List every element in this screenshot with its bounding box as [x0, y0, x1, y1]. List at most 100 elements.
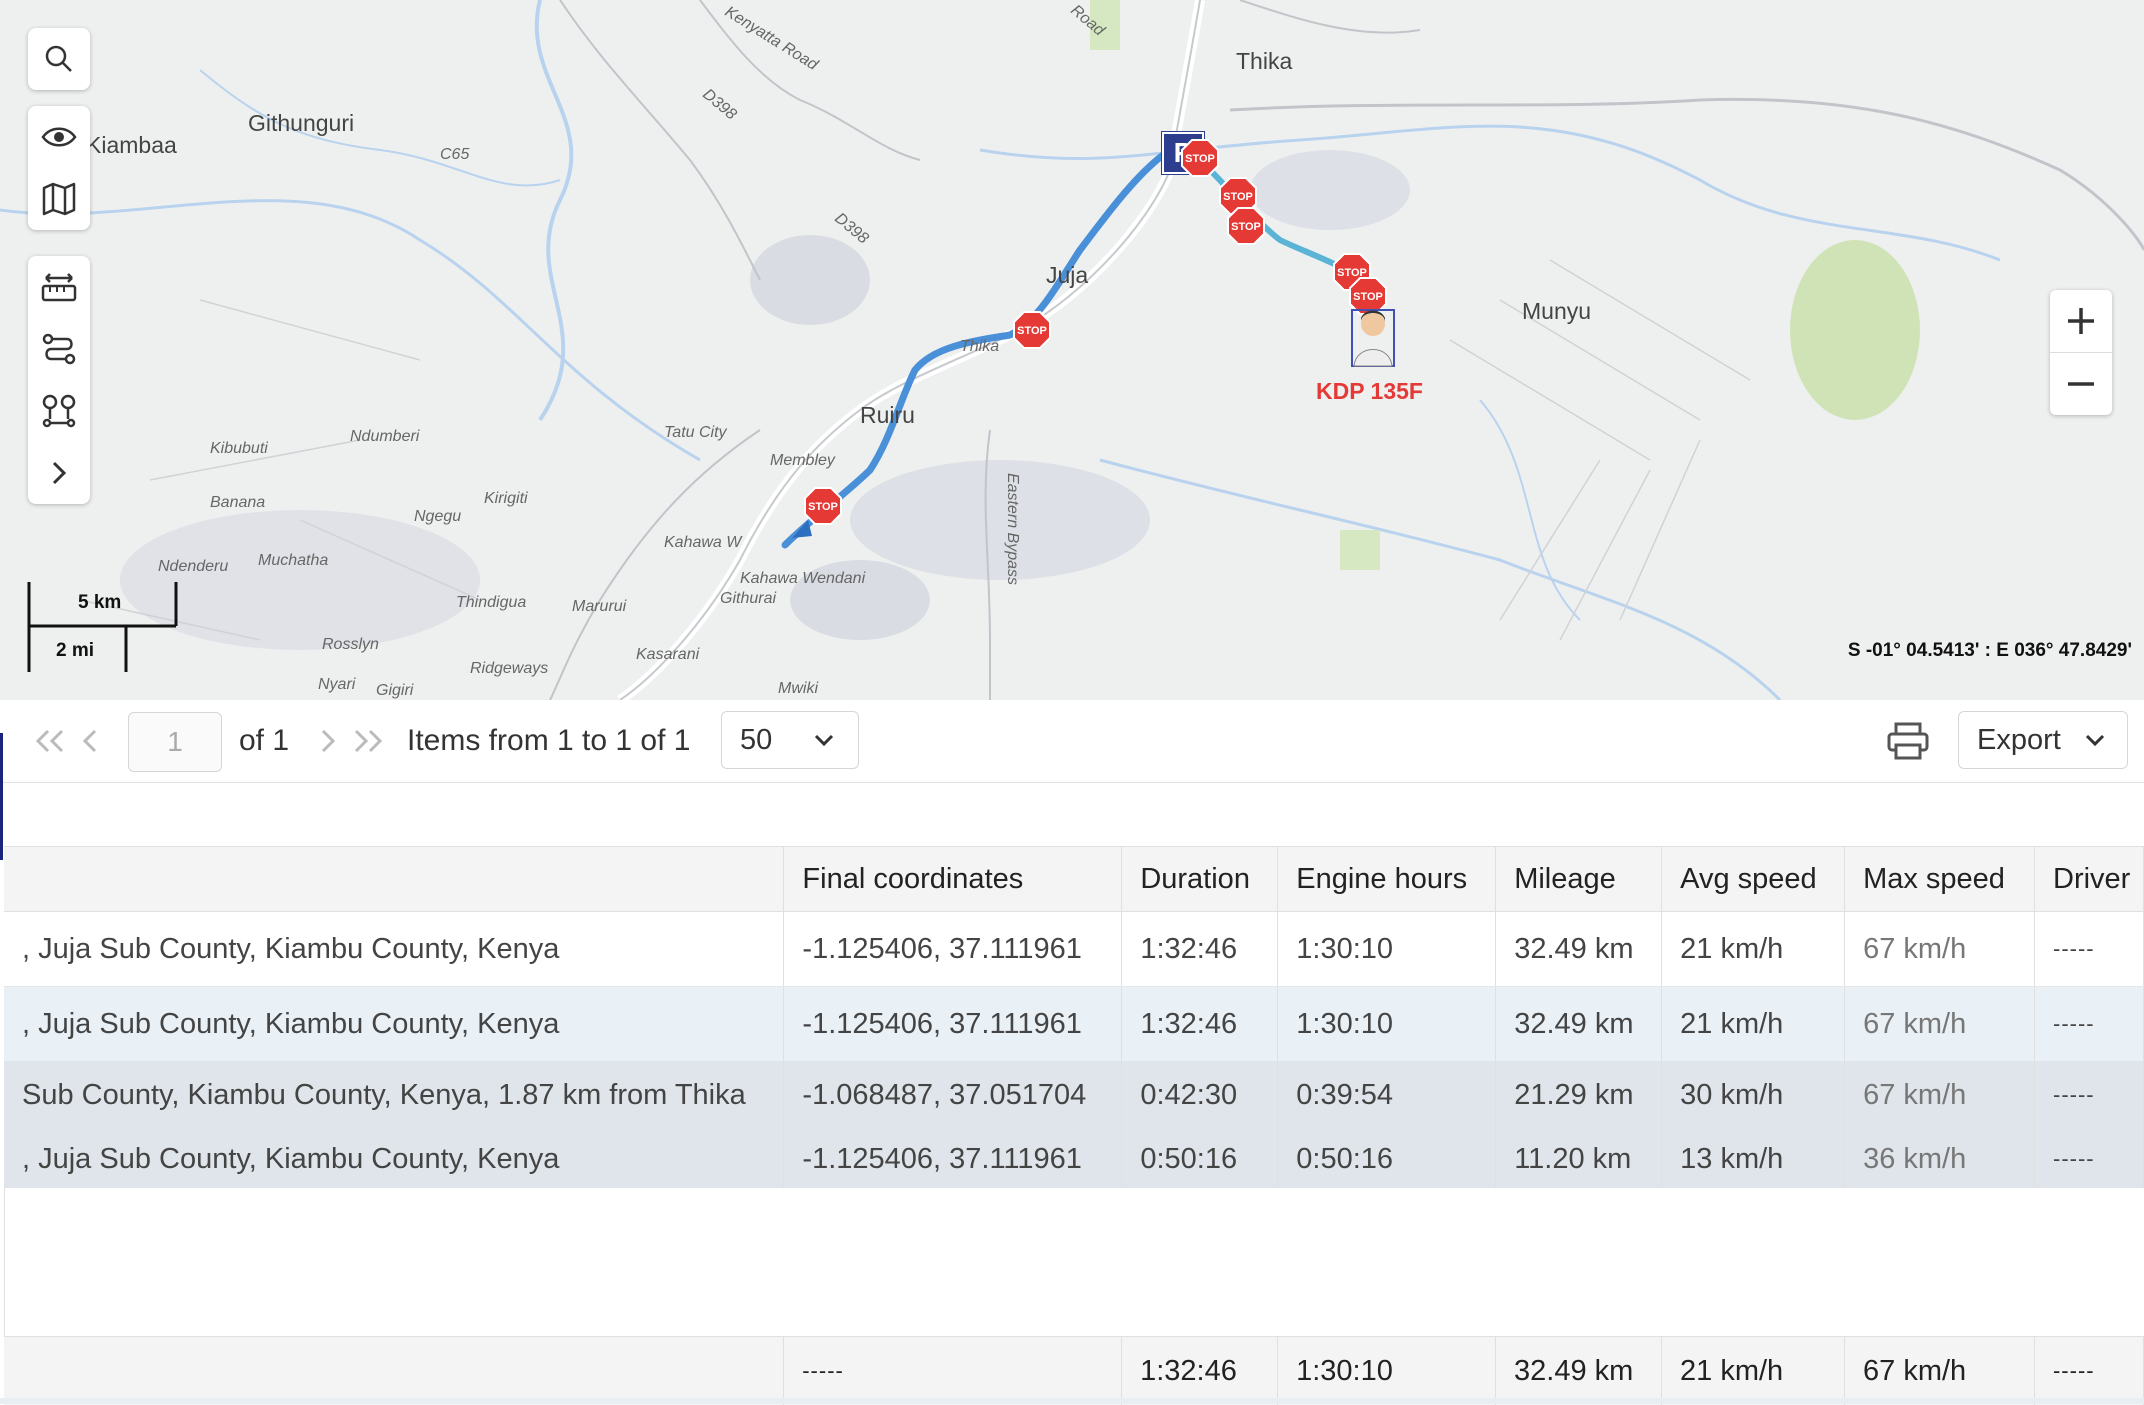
place-label: Kahawa Wendani	[740, 570, 865, 588]
park-area	[1340, 530, 1380, 570]
place-label: Ngegu	[414, 508, 461, 526]
map-view[interactable]: Thika Githunguri Kiambaa Juja Ruiru Muny…	[0, 0, 2144, 701]
cell-max-speed: 36 km/h	[1845, 1129, 2035, 1189]
cell-engine-hours: 0:39:54	[1278, 1061, 1496, 1129]
stop-marker-label: STOP	[1223, 191, 1253, 203]
tool-controls	[28, 256, 90, 504]
column-header-engine-hours[interactable]: Engine hours	[1278, 847, 1496, 912]
geofence-button[interactable]	[28, 380, 90, 442]
search-icon	[44, 44, 74, 74]
view-controls	[28, 106, 90, 230]
place-label: Githurai	[720, 590, 776, 608]
route-icon	[41, 332, 77, 366]
vehicle-avatar-icon[interactable]	[1348, 300, 1398, 375]
zoom-out-button[interactable]	[2050, 352, 2112, 415]
stop-marker-icon[interactable]: STOP	[803, 486, 843, 531]
cell-mileage: 32.49 km	[1496, 912, 1662, 987]
double-chevron-right-icon	[352, 728, 384, 754]
cell-final-coordinates: -1.068487, 37.051704	[784, 1061, 1122, 1129]
street-grid	[1450, 260, 1750, 640]
first-page-button[interactable]	[34, 700, 66, 782]
geofence-icon	[41, 393, 77, 429]
cell-avg-speed: 30 km/h	[1662, 1061, 1845, 1129]
cell-driver: -----	[2035, 987, 2144, 1062]
selection-marker	[0, 733, 3, 860]
place-label: Banana	[210, 494, 265, 512]
minus-icon	[2066, 369, 2096, 399]
vehicle-label: KDP 135F	[1316, 378, 1423, 405]
place-label: Mwiki	[778, 680, 818, 698]
route-button[interactable]	[28, 318, 90, 380]
place-label: Ridgeways	[470, 660, 548, 678]
cell-duration: 1:32:46	[1122, 987, 1278, 1062]
cell-final-coordinates: -1.125406, 37.111961	[784, 1129, 1122, 1189]
last-page-button[interactable]	[352, 700, 384, 782]
next-page-button[interactable]	[318, 700, 338, 782]
map-canvas[interactable]	[0, 0, 2144, 700]
cell-avg-speed: 21 km/h	[1662, 912, 1845, 987]
column-header-max-speed[interactable]: Max speed	[1845, 847, 2035, 912]
eye-icon	[41, 124, 77, 150]
table-row[interactable]: Sub County, Kiambu County, Kenya, 1.87 k…	[4, 1061, 2144, 1129]
search-button[interactable]	[28, 28, 90, 90]
previous-page-button[interactable]	[80, 700, 100, 782]
total-duration: 1:32:46	[1122, 1337, 1278, 1405]
page-size-select[interactable]: 50	[721, 711, 859, 769]
visibility-button[interactable]	[28, 106, 90, 168]
column-header-final-coordinates[interactable]: Final coordinates	[784, 847, 1122, 912]
ruler-icon	[40, 270, 78, 304]
place-label: Juja	[1046, 262, 1088, 289]
cell-mileage: 11.20 km	[1496, 1129, 1662, 1189]
stop-marker-label: STOP	[1017, 325, 1047, 337]
zoom-in-button[interactable]	[2050, 290, 2112, 352]
cell-address: Sub County, Kiambu County, Kenya, 1.87 k…	[4, 1061, 784, 1129]
place-label: Marurui	[572, 598, 626, 616]
column-header-avg-speed[interactable]: Avg speed	[1662, 847, 1845, 912]
total-driver: -----	[2034, 1337, 2143, 1405]
search-control[interactable]	[28, 28, 90, 90]
cell-address: , Juja Sub County, Kiambu County, Kenya	[4, 1129, 784, 1189]
measure-button[interactable]	[28, 256, 90, 318]
road	[560, 0, 760, 280]
zoom-controls	[2050, 290, 2112, 415]
stop-marker-icon[interactable]: STOP	[1226, 206, 1266, 251]
map-layers-button[interactable]	[28, 168, 90, 230]
page-count-label: of 1	[239, 700, 289, 782]
print-button[interactable]	[1886, 700, 1930, 782]
page-number-input[interactable]: 1	[128, 712, 222, 772]
cell-max-speed: 67 km/h	[1845, 1061, 2035, 1129]
cell-engine-hours: 1:30:10	[1278, 987, 1496, 1062]
stop-marker-icon[interactable]: STOP	[1180, 138, 1220, 183]
cell-final-coordinates: -1.125406, 37.111961	[784, 912, 1122, 987]
table-row[interactable]: , Juja Sub County, Kiambu County, Kenya …	[4, 987, 2144, 1062]
trips-table: Final coordinates Duration Engine hours …	[4, 846, 2144, 1189]
cell-mileage: 32.49 km	[1496, 987, 1662, 1062]
place-label: Githunguri	[248, 110, 354, 137]
place-label: Thindigua	[456, 594, 526, 612]
column-header-mileage[interactable]: Mileage	[1496, 847, 1662, 912]
place-label: Kiambaa	[86, 132, 177, 159]
bottom-strip	[0, 1398, 2144, 1404]
cell-max-speed: 67 km/h	[1845, 987, 2035, 1062]
total-avg-speed: 21 km/h	[1662, 1337, 1845, 1405]
total-engine-hours: 1:30:10	[1278, 1337, 1496, 1405]
cell-duration: 1:32:46	[1122, 912, 1278, 987]
expand-panel-button[interactable]	[28, 442, 90, 504]
column-header-driver[interactable]: Driver	[2035, 847, 2144, 912]
stop-marker-icon[interactable]: STOP	[1012, 310, 1052, 355]
column-header-address[interactable]	[4, 847, 784, 912]
scale-mi-label: 2 mi	[56, 640, 94, 662]
chevron-left-icon	[80, 728, 100, 754]
chevron-down-icon	[2085, 733, 2105, 747]
chevron-down-icon	[814, 733, 834, 747]
place-label: Rosslyn	[322, 636, 379, 654]
table-row[interactable]: , Juja Sub County, Kiambu County, Kenya …	[4, 1129, 2144, 1189]
export-button[interactable]: Export	[1958, 711, 2128, 769]
table-row[interactable]: , Juja Sub County, Kiambu County, Kenya …	[4, 912, 2144, 987]
column-header-duration[interactable]: Duration	[1122, 847, 1278, 912]
place-label: Ruiru	[860, 402, 915, 429]
place-label: Thika	[960, 338, 999, 356]
cell-driver: -----	[2035, 912, 2144, 987]
total-mileage: 32.49 km	[1496, 1337, 1662, 1405]
place-label: Ndenderu	[158, 558, 228, 576]
